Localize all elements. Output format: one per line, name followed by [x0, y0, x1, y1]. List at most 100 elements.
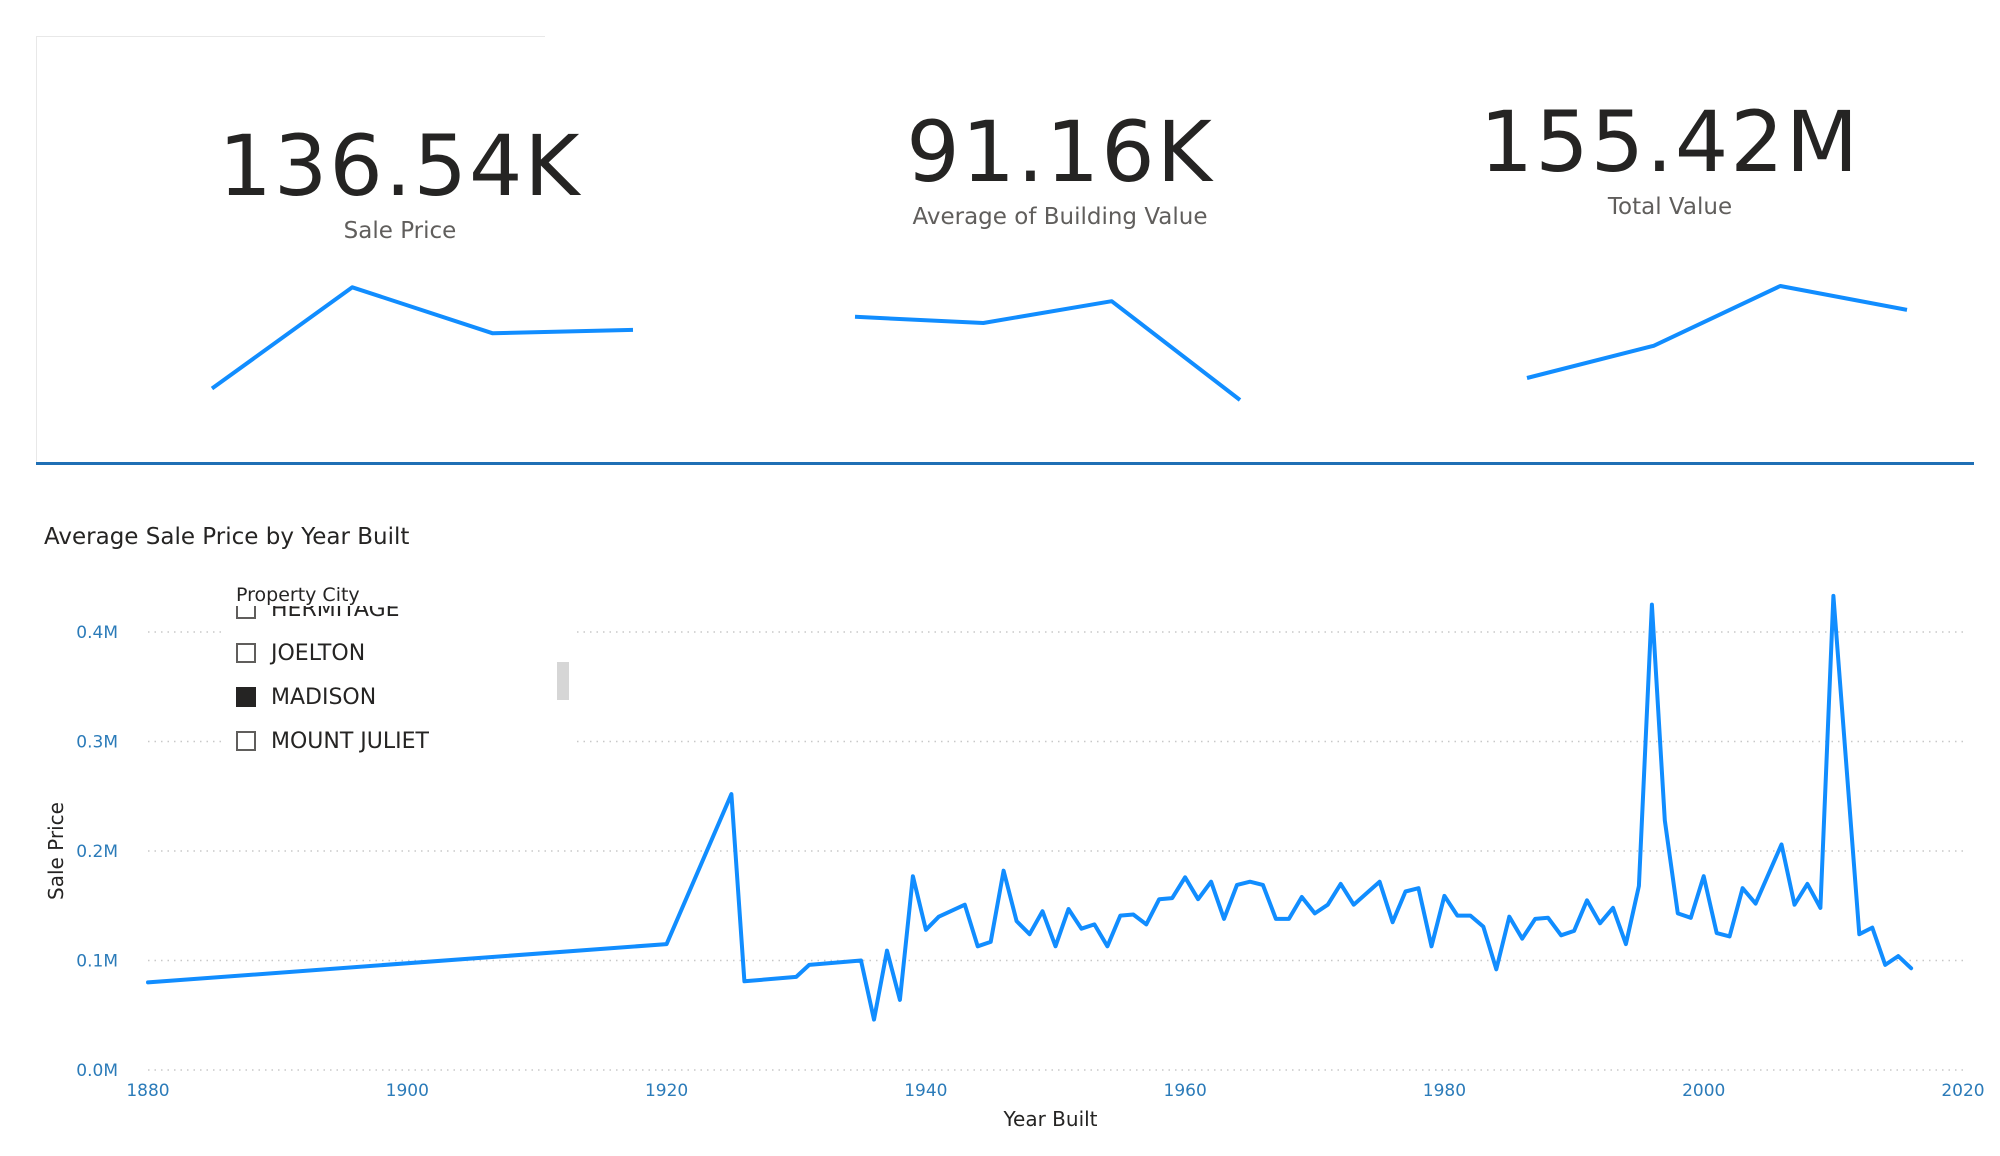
data-point[interactable]: [1404, 890, 1408, 894]
data-point[interactable]: [1818, 906, 1822, 910]
data-point[interactable]: [1637, 884, 1641, 888]
data-point[interactable]: [1352, 903, 1356, 907]
data-point[interactable]: [1650, 603, 1654, 607]
data-point[interactable]: [1144, 922, 1148, 926]
property-city-slicer[interactable]: Property City HERMITAGE JOELTON MADISON …: [226, 584, 576, 774]
data-point[interactable]: [1507, 915, 1511, 919]
data-point[interactable]: [1520, 937, 1524, 941]
data-point[interactable]: [1248, 880, 1252, 884]
data-point[interactable]: [1468, 914, 1472, 918]
checkbox-icon[interactable]: [236, 731, 256, 751]
data-point[interactable]: [1909, 966, 1913, 970]
data-point[interactable]: [1533, 917, 1537, 921]
data-point[interactable]: [1339, 882, 1343, 886]
data-point[interactable]: [1131, 913, 1135, 917]
data-point[interactable]: [1157, 897, 1161, 901]
slicer-item-hermitage[interactable]: HERMITAGE: [236, 606, 400, 624]
data-point[interactable]: [794, 975, 798, 979]
data-point[interactable]: [1028, 932, 1032, 936]
data-point[interactable]: [1300, 895, 1304, 899]
data-point[interactable]: [1196, 897, 1200, 901]
data-point[interactable]: [1728, 934, 1732, 938]
data-point[interactable]: [924, 928, 928, 932]
data-point[interactable]: [1870, 926, 1874, 930]
data-point[interactable]: [1235, 883, 1239, 887]
data-point[interactable]: [1546, 916, 1550, 920]
data-point[interactable]: [1455, 914, 1459, 918]
data-point[interactable]: [1170, 896, 1174, 900]
y-tick-label: 0.2M: [76, 842, 118, 862]
data-point[interactable]: [859, 959, 863, 963]
data-point[interactable]: [1417, 886, 1421, 890]
data-point[interactable]: [1896, 954, 1900, 958]
checkbox-icon[interactable]: [236, 606, 256, 619]
data-point[interactable]: [1780, 842, 1784, 846]
data-point[interactable]: [1857, 932, 1861, 936]
data-point[interactable]: [1663, 818, 1667, 822]
data-point[interactable]: [1754, 902, 1758, 906]
data-point[interactable]: [1287, 917, 1291, 921]
data-point[interactable]: [1015, 919, 1019, 923]
slicer-scrollbar[interactable]: [557, 662, 569, 700]
data-point[interactable]: [1054, 944, 1058, 948]
data-point[interactable]: [1831, 594, 1835, 598]
data-point[interactable]: [807, 963, 811, 967]
data-point[interactable]: [1689, 916, 1693, 920]
data-point[interactable]: [1559, 933, 1563, 937]
data-point[interactable]: [1805, 882, 1809, 886]
data-point[interactable]: [1481, 925, 1485, 929]
data-point[interactable]: [1261, 883, 1265, 887]
data-point[interactable]: [742, 979, 746, 983]
data-point[interactable]: [1002, 869, 1006, 873]
data-point[interactable]: [1430, 944, 1434, 948]
x-tick-label: 1920: [645, 1081, 688, 1101]
checkbox-checked-icon[interactable]: [236, 687, 256, 707]
data-point[interactable]: [1378, 880, 1382, 884]
data-point[interactable]: [1118, 914, 1122, 918]
data-point[interactable]: [1494, 967, 1498, 971]
data-point[interactable]: [937, 915, 941, 919]
data-point[interactable]: [1442, 894, 1446, 898]
data-point[interactable]: [1092, 922, 1096, 926]
data-point[interactable]: [898, 998, 902, 1002]
data-point[interactable]: [963, 903, 967, 907]
data-point[interactable]: [1041, 909, 1045, 913]
slicer-item-madison[interactable]: MADISON: [236, 682, 376, 712]
data-point[interactable]: [1274, 917, 1278, 921]
y-tick-label: 0.1M: [76, 952, 118, 972]
data-point[interactable]: [1222, 917, 1226, 921]
x-tick-label: 1880: [126, 1081, 169, 1101]
slicer-item-joelton[interactable]: JOELTON: [236, 638, 365, 668]
data-point[interactable]: [1313, 911, 1317, 915]
data-point[interactable]: [1572, 929, 1576, 933]
data-point[interactable]: [1624, 942, 1628, 946]
slicer-item-mount-juliet[interactable]: MOUNT JULIET: [236, 726, 429, 756]
data-point[interactable]: [1598, 921, 1602, 925]
data-point[interactable]: [1067, 907, 1071, 911]
data-point[interactable]: [1883, 963, 1887, 967]
data-point[interactable]: [146, 980, 150, 984]
line-chart[interactable]: 0.0M 0.1M 0.2M 0.3M 0.4M 1880 1900 1920 1940 1960…: [0, 0, 2000, 1156]
data-point[interactable]: [665, 942, 669, 946]
data-point[interactable]: [1793, 903, 1797, 907]
data-point[interactable]: [1391, 920, 1395, 924]
data-point[interactable]: [911, 874, 915, 878]
data-point[interactable]: [1741, 886, 1745, 890]
data-point[interactable]: [989, 940, 993, 944]
data-point[interactable]: [872, 1018, 876, 1022]
data-point[interactable]: [1611, 906, 1615, 910]
data-point[interactable]: [1715, 931, 1719, 935]
slicer-header: Property City: [236, 584, 360, 606]
data-point[interactable]: [1702, 874, 1706, 878]
data-point[interactable]: [1585, 898, 1589, 902]
data-point[interactable]: [1079, 927, 1083, 931]
data-point[interactable]: [1676, 911, 1680, 915]
data-point[interactable]: [729, 792, 733, 796]
data-point[interactable]: [1209, 880, 1213, 884]
data-point[interactable]: [976, 944, 980, 948]
data-point[interactable]: [885, 949, 889, 953]
data-point[interactable]: [1105, 944, 1109, 948]
data-point[interactable]: [1183, 875, 1187, 879]
data-point[interactable]: [1326, 903, 1330, 907]
checkbox-icon[interactable]: [236, 643, 256, 663]
